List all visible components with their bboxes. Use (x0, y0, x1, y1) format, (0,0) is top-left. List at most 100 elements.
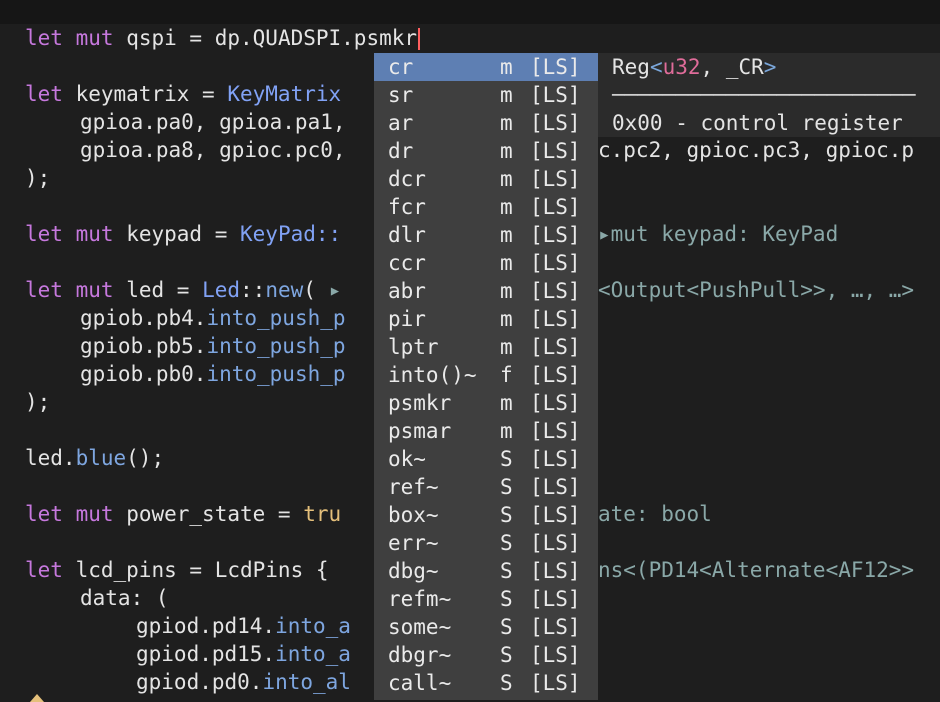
completion-item-label: abr (388, 279, 426, 303)
doc-generic-rest: , _CR (700, 55, 764, 79)
code-line[interactable]: gpioa.pa0, gpioa.pa1, (80, 108, 346, 136)
completion-item-kind: m (500, 83, 513, 107)
completion-item[interactable]: psmar m [LS] (374, 417, 598, 445)
code-line[interactable]: data: ( (80, 584, 169, 612)
completion-item[interactable]: sr m [LS] (374, 81, 598, 109)
doc-divider: ──────────────────────── (612, 83, 916, 107)
code-line-qspi[interactable]: let mut qspi = dp.QUADSPI.psmkr (25, 24, 421, 52)
completion-item[interactable]: into()~ f [LS] (374, 361, 598, 389)
code-line[interactable]: gpiob.pb4.into_push_p (80, 304, 346, 332)
code-line[interactable]: gpiob.pb5.into_push_p (80, 332, 346, 360)
identifier: gpiod.pd15. (136, 642, 276, 666)
type-name: KeyPad:: (240, 222, 342, 246)
completion-item-kind: m (500, 335, 513, 359)
code-line-led-blue[interactable]: led.blue(); (25, 444, 164, 472)
code-line-keypad[interactable]: let mut keypad = KeyPad:: (25, 220, 341, 248)
completion-item-kind: S (500, 531, 513, 555)
code-line-power-state[interactable]: let mut power_state = tru (25, 500, 341, 528)
completion-item[interactable]: err~ S [LS] (374, 529, 598, 557)
completion-item[interactable]: abr m [LS] (374, 277, 598, 305)
code-line[interactable]: gpiod.pd14.into_a (136, 612, 351, 640)
identifier: led (126, 278, 165, 302)
code-line-lcd-pins[interactable]: let lcd_pins = LcdPins { (25, 556, 329, 584)
completion-item[interactable]: dlr m [LS] (374, 221, 598, 249)
completion-item-source: [LS] (530, 167, 581, 191)
completion-item[interactable]: refm~ S [LS] (374, 585, 598, 613)
completion-item-kind: S (500, 671, 513, 695)
completion-item-kind: S (500, 447, 513, 471)
completion-item[interactable]: ccr m [LS] (374, 249, 598, 277)
path-separator: :: (240, 278, 266, 302)
code-line[interactable]: ); (25, 388, 50, 416)
function-name: into_push_p (206, 362, 346, 386)
completion-item-source: [LS] (530, 251, 581, 275)
function-name: blue (75, 446, 127, 470)
completion-item-kind: m (500, 111, 513, 135)
completion-item-source: [LS] (530, 83, 581, 107)
completion-item-source: [LS] (530, 335, 581, 359)
completion-item-kind: m (500, 251, 513, 275)
completion-item-label: dbg~ (388, 559, 439, 583)
completion-item-label: lptr (388, 335, 439, 359)
completion-item-label: call~ (388, 671, 452, 695)
code-line[interactable]: gpiob.pb0.into_push_p (80, 360, 346, 388)
function-name: into_push_p (206, 334, 346, 358)
fold-marker-icon[interactable]: ▸ (329, 278, 342, 302)
completion-item[interactable]: ar m [LS] (374, 109, 598, 137)
identifier: gpiod.pd0. (136, 670, 263, 694)
operator: = (202, 82, 215, 106)
completion-item-source: [LS] (530, 615, 581, 639)
completion-item-source: [LS] (530, 671, 581, 695)
completion-item-source: [LS] (530, 111, 581, 135)
completion-item[interactable]: box~ S [LS] (374, 501, 598, 529)
completion-item-kind: S (500, 587, 513, 611)
function-name: into_a (275, 642, 351, 666)
completion-item-label: ar (388, 111, 414, 135)
completion-item[interactable]: dbg~ S [LS] (374, 557, 598, 585)
completion-item[interactable]: ref~ S [LS] (374, 473, 598, 501)
completion-item-source: [LS] (530, 279, 581, 303)
code-line[interactable]: gpiod.pd15.into_a (136, 640, 351, 668)
completion-item[interactable]: call~ S [LS] (374, 669, 598, 697)
completion-item-kind: S (500, 615, 513, 639)
completion-item-label: dbgr~ (388, 643, 452, 667)
completion-menu[interactable]: cr m [LS] sr m [LS] ar m [LS] dr m [LS] dcr m [LS] fcr m… (374, 53, 598, 700)
completion-item[interactable]: ok~ S [LS] (374, 445, 598, 473)
completion-item-label: ref~ (388, 475, 439, 499)
completion-item[interactable]: lptr m [LS] (374, 333, 598, 361)
doc-description: 0x00 - control register (612, 111, 903, 135)
completion-item-kind: f (500, 363, 513, 387)
completion-item-source: [LS] (530, 559, 581, 583)
inlay-hint: ns<(PD14<Alternate<AF12>> (598, 558, 915, 582)
completion-item[interactable]: some~ S [LS] (374, 613, 598, 641)
completion-item[interactable]: dbgr~ S [LS] (374, 641, 598, 669)
completion-item[interactable]: cr m [LS] (374, 53, 598, 81)
keyword: let (25, 26, 63, 50)
operator: = (189, 558, 203, 582)
completion-item[interactable]: dcr m [LS] (374, 165, 598, 193)
completion-item-label: fcr (388, 195, 426, 219)
completion-item[interactable]: fcr m [LS] (374, 193, 598, 221)
code-line-tail: c.pc2, gpioc.pc3, gpioc.p (598, 138, 915, 162)
code-line-led[interactable]: let mut led = Led::new( ▸ (25, 276, 341, 304)
code-line[interactable]: gpioa.pa8, gpioc.pc0, (80, 136, 346, 164)
identifier: led. (25, 446, 76, 470)
code-line-keymatrix[interactable]: let keymatrix = KeyMatrix (25, 80, 341, 108)
completion-item-source: [LS] (530, 55, 581, 79)
completion-item-label: ccr (388, 251, 426, 275)
completion-item[interactable]: dr m [LS] (374, 137, 598, 165)
keyword: let (25, 502, 63, 526)
completion-item-source: [LS] (530, 531, 581, 555)
function-name: new (265, 278, 304, 302)
code-line[interactable]: ); (25, 164, 50, 192)
type-name: Led (202, 278, 241, 302)
operator: = (176, 278, 190, 302)
keyword: mut (75, 502, 114, 526)
completion-item-source: [LS] (530, 503, 581, 527)
completion-item-source: [LS] (530, 475, 581, 499)
completion-item[interactable]: psmkr m [LS] (374, 389, 598, 417)
function-name: into_push_p (206, 306, 346, 330)
completion-item[interactable]: pir m [LS] (374, 305, 598, 333)
code-line[interactable]: gpiod.pd0.into_al (136, 668, 351, 696)
completion-item-kind: m (500, 167, 513, 191)
